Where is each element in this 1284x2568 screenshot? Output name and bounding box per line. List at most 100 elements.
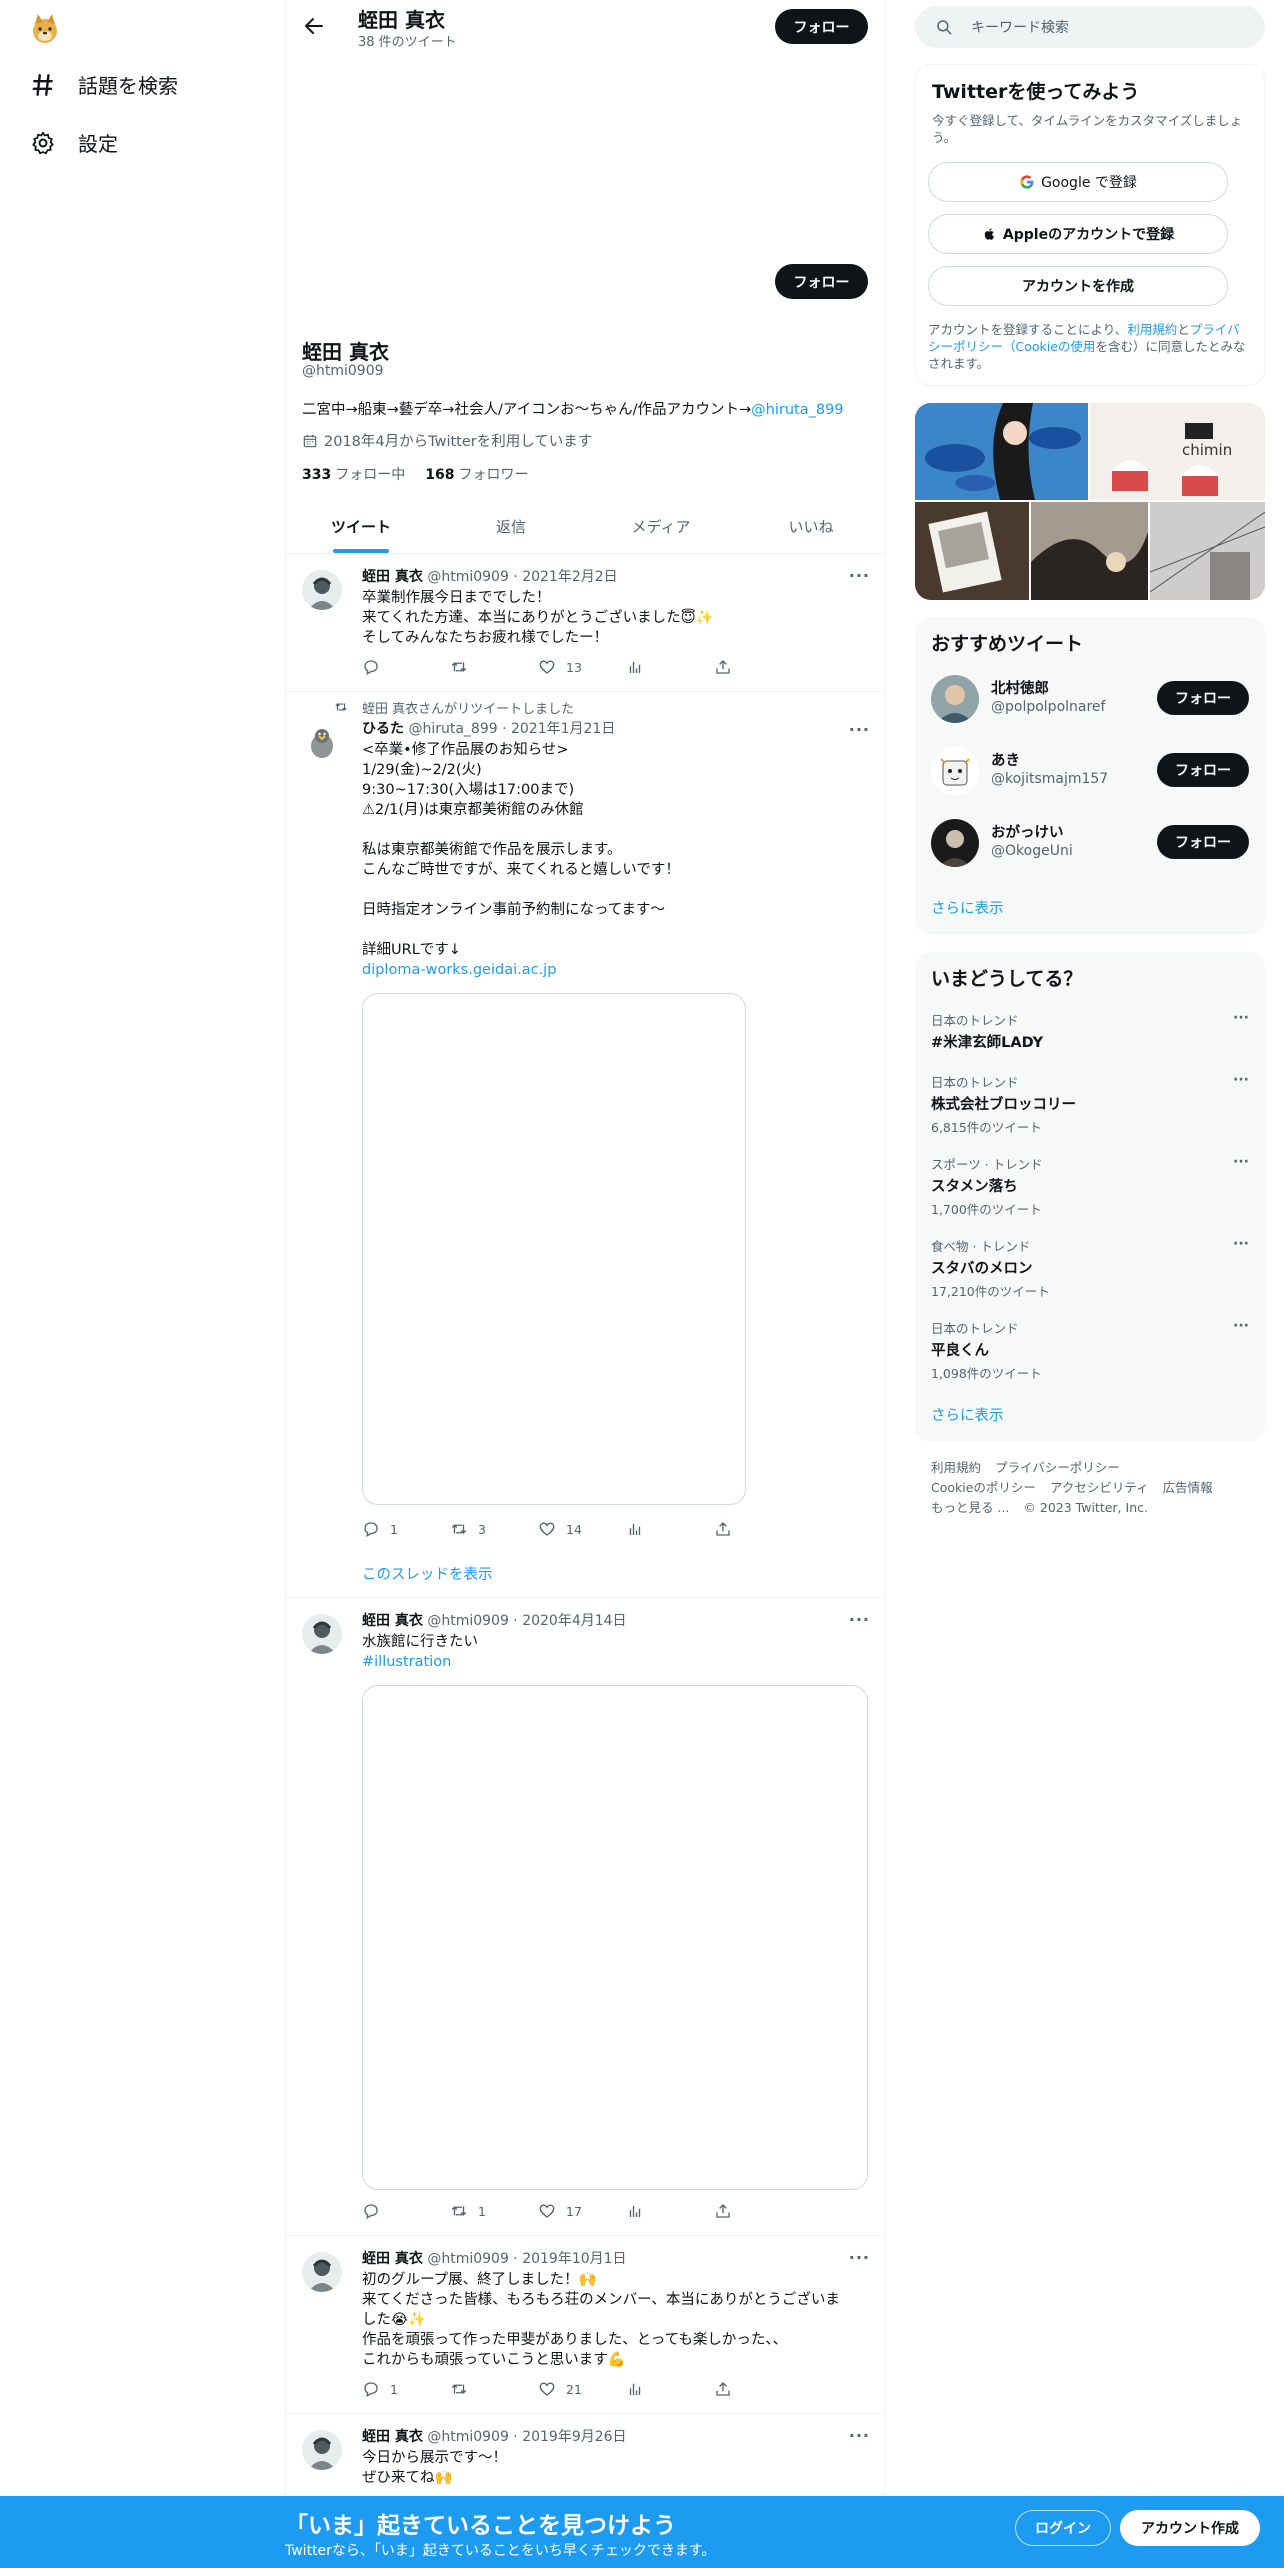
header-name: 蛭田 真衣 — [358, 8, 445, 32]
media-thumb[interactable] — [1031, 502, 1148, 600]
back-arrow-icon[interactable] — [302, 14, 326, 38]
followers-link[interactable]: 168 フォロワー — [425, 464, 528, 484]
avatar[interactable] — [931, 675, 979, 723]
bio-mention-link[interactable]: @hiruta_899 — [751, 402, 843, 418]
reply-button[interactable] — [362, 658, 450, 676]
tab-tweets[interactable]: ツイート — [286, 500, 436, 553]
media-thumb[interactable] — [915, 502, 1029, 600]
tweet-author[interactable]: 蛭田 真衣 — [362, 1613, 423, 1629]
show-more-link[interactable]: さらに表示 — [931, 897, 1004, 918]
tweet[interactable]: ··· 蛭田 真衣 @htmi0909 · 2020年4月14日 水族館に行きた… — [286, 1598, 886, 2236]
footer-link[interactable]: もっと見る ... — [931, 1500, 1009, 1515]
reply-button[interactable]: 1 — [362, 2380, 450, 2398]
login-button[interactable]: ログイン — [1015, 2510, 1111, 2546]
analytics-button[interactable] — [626, 2380, 714, 2398]
more-options-icon[interactable]: ··· — [1233, 1072, 1249, 1088]
signup-button[interactable]: アカウント作成 — [1120, 2510, 1260, 2546]
trend-item[interactable]: 日本のトレンド 平良くん 1,098件のツイート ··· — [931, 1318, 1249, 1382]
footer-link[interactable]: 広告情報 — [1163, 1480, 1213, 1495]
trend-item[interactable]: 日本のトレンド #米津玄師LADY ··· — [931, 1010, 1249, 1055]
like-button[interactable]: 21 — [538, 2380, 626, 2398]
share-button[interactable] — [714, 658, 802, 676]
tweet[interactable]: ··· 蛭田 真衣 @htmi0909 · 2021年2月2日 卒業制作展今日ま… — [286, 554, 886, 692]
tab-media[interactable]: メディア — [586, 500, 736, 553]
avatar[interactable] — [302, 2430, 342, 2470]
like-button[interactable]: 14 — [538, 1520, 626, 1538]
analytics-button[interactable] — [626, 1520, 714, 1538]
tab-likes[interactable]: いいね — [736, 500, 886, 553]
avatar[interactable] — [302, 1614, 342, 1654]
retweet-button[interactable]: 1 — [450, 2202, 538, 2220]
tweet-author[interactable]: ひるた — [362, 721, 404, 737]
header-follow-button[interactable]: フォロー — [775, 9, 868, 44]
footer-link[interactable]: アクセシビリティ — [1050, 1480, 1149, 1495]
analytics-button[interactable] — [626, 658, 714, 676]
footer-link[interactable]: Cookieのポリシー — [931, 1480, 1036, 1495]
tweet[interactable]: ··· 蛭田 真衣 @htmi0909 · 2019年10月1日 初のグループ展… — [286, 2236, 886, 2414]
analytics-button[interactable] — [626, 2202, 714, 2220]
profile-follow-button[interactable]: フォロー — [775, 264, 868, 299]
avatar[interactable] — [302, 2252, 342, 2292]
like-button[interactable]: 13 — [538, 658, 626, 676]
tweet-media-card[interactable] — [362, 1685, 868, 2190]
footer-link[interactable]: プライバシーポリシー — [995, 1460, 1120, 1475]
share-button[interactable] — [714, 2380, 802, 2398]
more-options-icon[interactable]: ··· — [1233, 1010, 1249, 1026]
trend-item[interactable]: 食べ物 · トレンド スタバのメロン 17,210件のツイート ··· — [931, 1236, 1249, 1300]
like-button[interactable]: 17 — [538, 2202, 626, 2220]
share-icon — [716, 2204, 730, 2218]
follow-button[interactable]: フォロー — [1157, 825, 1249, 859]
more-options-icon[interactable]: ··· — [1233, 1236, 1249, 1252]
media-thumb[interactable] — [1149, 502, 1265, 600]
tweet-media-card[interactable] — [362, 993, 746, 1505]
doge-logo-icon[interactable] — [30, 12, 60, 44]
show-thread-link[interactable]: このスレッドを表示 — [362, 1563, 493, 1584]
hashtag-link[interactable]: #illustration — [362, 1652, 870, 1672]
recommended-user[interactable]: あき @kojitsmajm157 フォロー — [931, 745, 1249, 797]
tweet[interactable]: ··· 蛭田 真衣 @htmi0909 · 2019年9月26日 今日から展示で… — [286, 2414, 886, 2496]
terms-link[interactable]: 利用規約 — [1127, 322, 1177, 337]
retweet-button[interactable]: 3 — [450, 1520, 538, 1538]
create-account-button[interactable]: アカウントを作成 — [928, 266, 1228, 306]
apple-signup-button[interactable]: Appleのアカウントで登録 — [928, 214, 1228, 254]
avatar[interactable] — [931, 819, 979, 867]
following-link[interactable]: 333 フォロー中 — [302, 464, 405, 484]
following-count: 333 — [302, 467, 332, 483]
nav-explore[interactable]: 話題を検索 — [30, 70, 178, 99]
nav-settings[interactable]: 設定 — [30, 128, 118, 157]
recommended-user[interactable]: 北村徳郎 @polpolpolnaref フォロー — [931, 673, 1249, 725]
tweet[interactable]: 蛭田 真衣さんがリツイートしました ··· ひるた @hiruta_899 · … — [286, 692, 886, 1598]
trend-item[interactable]: 日本のトレンド 株式会社ブロッコリー 6,815件のツイート ··· — [931, 1072, 1249, 1136]
retweet-note[interactable]: 蛭田 真衣さんがリツイートしました — [362, 698, 574, 717]
share-button[interactable] — [714, 1520, 802, 1538]
search-input[interactable]: キーワード検索 — [915, 6, 1265, 48]
reply-button[interactable]: 1 — [362, 1520, 450, 1538]
reply-button[interactable] — [362, 2202, 450, 2220]
recommended-user[interactable]: おがっけい @OkogeUni フォロー — [931, 817, 1249, 869]
avatar[interactable] — [302, 570, 342, 610]
heart-icon — [539, 1522, 555, 1536]
trend-item[interactable]: スポーツ · トレンド スタメン落ち 1,700件のツイート ··· — [931, 1154, 1249, 1218]
avatar[interactable] — [931, 747, 979, 795]
retweet-button[interactable] — [450, 2380, 538, 2398]
tweet-author[interactable]: 蛭田 真衣 — [362, 569, 423, 585]
google-signup-button[interactable]: Google で登録 — [928, 162, 1228, 202]
avatar[interactable] — [302, 722, 342, 762]
tweet-meta: @htmi0909 · 2020年4月14日 — [427, 1613, 627, 1629]
media-thumb[interactable] — [915, 403, 1088, 500]
tweet-author[interactable]: 蛭田 真衣 — [362, 2429, 423, 2445]
footer-link[interactable]: 利用規約 — [931, 1460, 981, 1475]
profile-column: 蛭田 真衣 38 件のツイート フォロー フォロー 蛭田 真衣 @htmi090… — [285, 0, 886, 2568]
follow-button[interactable]: フォロー — [1157, 753, 1249, 787]
more-options-icon[interactable]: ··· — [1233, 1318, 1249, 1334]
more-options-icon[interactable]: ··· — [1233, 1154, 1249, 1170]
retweet-button[interactable] — [450, 658, 538, 676]
tweet-link[interactable]: diploma-works.geidai.ac.jp — [362, 960, 870, 980]
media-thumb[interactable]: chimin — [1090, 403, 1265, 500]
tab-replies[interactable]: 返信 — [436, 500, 586, 553]
tweet-author[interactable]: 蛭田 真衣 — [362, 2251, 423, 2267]
follow-button[interactable]: フォロー — [1157, 681, 1249, 715]
show-more-link[interactable]: さらに表示 — [931, 1404, 1004, 1425]
gear-icon — [32, 131, 54, 154]
share-button[interactable] — [714, 2202, 802, 2220]
